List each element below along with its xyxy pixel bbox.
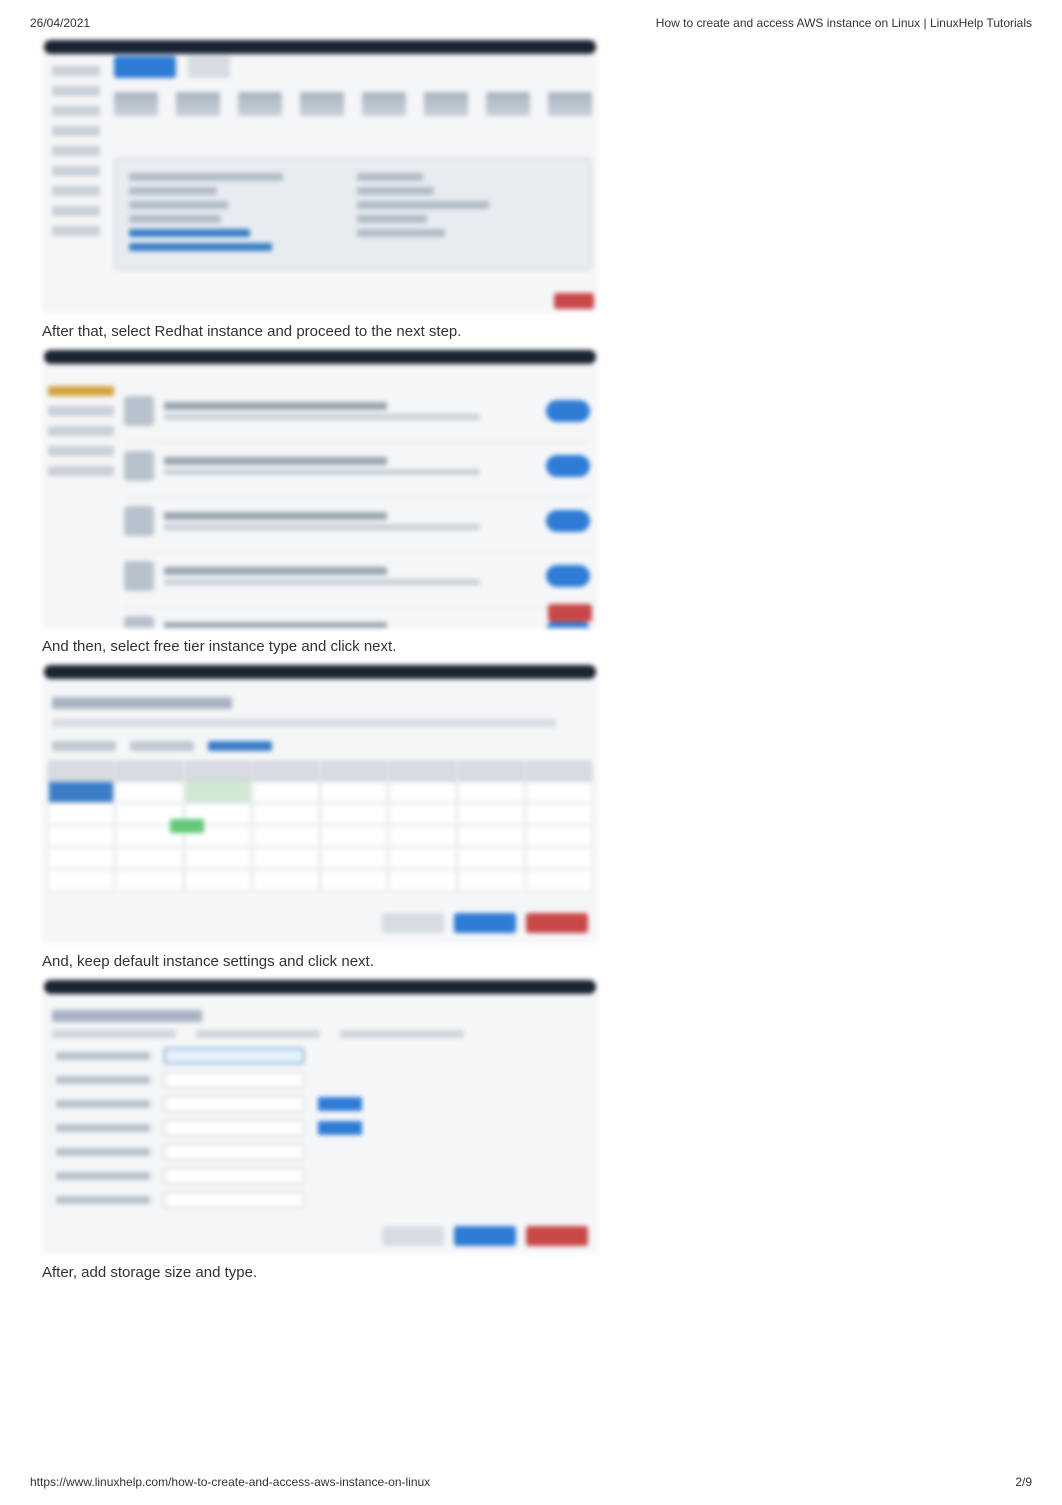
screenshot-ec2-dashboard (42, 38, 598, 313)
footer-url: https://www.linuxhelp.com/how-to-create-… (30, 1475, 430, 1489)
ami-logo-icon (124, 561, 154, 591)
screenshot-configure-instance (42, 978, 598, 1254)
form-row-iam (56, 1168, 584, 1184)
header-title: How to create and access AWS instance on… (656, 16, 1032, 30)
ami-logo-icon (124, 616, 154, 628)
secondary-button[interactable] (188, 56, 230, 78)
browser-bar (44, 40, 596, 54)
review-launch-button[interactable] (454, 913, 516, 933)
dashboard-main (114, 56, 592, 270)
table-row[interactable] (48, 847, 592, 869)
browser-bar (44, 350, 596, 364)
document-content: After that, select Redhat instance and p… (0, 38, 1062, 1281)
ami-row (124, 498, 590, 553)
table-row[interactable] (48, 869, 592, 891)
form-row-purchasing (56, 1072, 584, 1088)
page-footer: https://www.linuxhelp.com/how-to-create-… (30, 1475, 1032, 1489)
form-row-network (56, 1096, 584, 1112)
select-ami-button[interactable] (546, 455, 590, 477)
step-text-4: After, add storage size and type. (42, 1264, 1020, 1281)
table-row-selected[interactable] (48, 781, 592, 803)
ami-row (124, 608, 590, 628)
select-ami-button[interactable] (546, 565, 590, 587)
ami-list (124, 388, 590, 628)
footer-page-number: 2/9 (1015, 1475, 1032, 1489)
form-row-shutdown (56, 1192, 584, 1208)
dashboard-sidebar (46, 60, 106, 310)
ami-sidebar (48, 386, 114, 476)
ami-row (124, 388, 590, 443)
ami-row (124, 443, 590, 498)
feedback-badge (548, 604, 592, 622)
table-header-row (48, 761, 592, 781)
form-row-autoassign (56, 1144, 584, 1160)
cancel-button[interactable] (382, 913, 444, 933)
screenshot-instance-type (42, 663, 598, 943)
header-date: 26/04/2021 (30, 16, 90, 30)
step-title (52, 697, 232, 709)
step-text-2: And then, select free tier instance type… (42, 638, 1020, 655)
page-header: 26/04/2021 How to create and access AWS … (0, 0, 1062, 38)
info-panel (114, 158, 592, 270)
feedback-badge (554, 293, 594, 309)
step-text-3: And, keep default instance settings and … (42, 953, 1020, 970)
screenshot-choose-ami (42, 348, 598, 628)
form-row-instances (56, 1048, 584, 1064)
step-text-1: After that, select Redhat instance and p… (42, 323, 1020, 340)
ami-logo-icon (124, 506, 154, 536)
form-row-subnet (56, 1120, 584, 1136)
next-button[interactable] (526, 1226, 588, 1246)
cancel-button[interactable] (382, 1226, 444, 1246)
free-tier-badge (170, 819, 204, 833)
table-row[interactable] (48, 825, 592, 847)
ami-row (124, 553, 590, 608)
review-launch-button[interactable] (454, 1226, 516, 1246)
browser-bar (44, 980, 596, 994)
launch-instance-button[interactable] (114, 56, 176, 78)
table-row[interactable] (48, 803, 592, 825)
step-title (52, 1010, 202, 1022)
select-ami-button[interactable] (546, 400, 590, 422)
select-ami-button[interactable] (546, 510, 590, 532)
browser-bar (44, 665, 596, 679)
ami-logo-icon (124, 396, 154, 426)
ami-logo-icon (124, 451, 154, 481)
next-button[interactable] (526, 913, 588, 933)
